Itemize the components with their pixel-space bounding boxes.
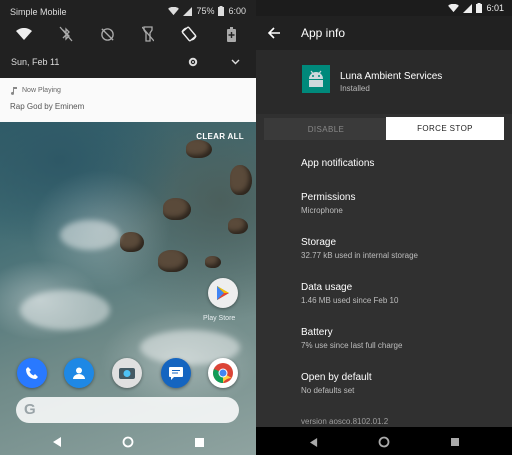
setting-title: Storage — [301, 237, 337, 248]
app-install-status: Installed — [340, 84, 370, 93]
right-phone-screen: 6:01 App info Luna Ambient Services Inst… — [256, 0, 512, 455]
signal-icon — [183, 6, 193, 16]
setting-subtitle: 1.46 MB used since Feb 10 — [301, 296, 399, 305]
play-store-icon[interactable] — [208, 278, 238, 308]
disable-button[interactable]: DISABLE — [264, 118, 388, 140]
wifi-status-icon — [168, 6, 180, 15]
setting-title: App notifications — [301, 158, 375, 169]
app-bar: App info — [256, 16, 512, 50]
recents-nav-icon[interactable] — [448, 435, 462, 449]
setting-subtitle: 7% use since last full charge — [301, 341, 403, 350]
signal-icon — [463, 3, 473, 13]
status-time: 6:01 — [486, 3, 504, 13]
phone-icon[interactable] — [17, 358, 47, 388]
status-bar: 6:01 — [256, 0, 512, 16]
page-title: App info — [301, 26, 346, 40]
contacts-icon[interactable] — [64, 358, 94, 388]
chevron-down-icon[interactable] — [231, 59, 240, 65]
setting-row-permissions[interactable]: Permissions Microphone — [301, 192, 501, 215]
home-nav-icon[interactable] — [377, 435, 391, 449]
chrome-icon[interactable] — [208, 358, 238, 388]
wallpaper-rock — [205, 256, 221, 268]
setting-title: Battery — [301, 327, 333, 338]
status-time: 6:00 — [228, 6, 246, 16]
setting-row-open-by-default[interactable]: Open by default No defaults set — [301, 372, 501, 395]
setting-row-data-usage[interactable]: Data usage 1.46 MB used since Feb 10 — [301, 282, 501, 305]
wallpaper-rock — [228, 218, 248, 234]
carrier-label: Simple Mobile — [10, 7, 67, 17]
wallpaper-rock — [230, 165, 252, 195]
now-playing-notification[interactable]: Now Playing Rap God by Eminem — [0, 78, 256, 122]
setting-title: Open by default — [301, 372, 372, 383]
setting-subtitle: 32.77 kB used in internal storage — [301, 251, 418, 260]
wallpaper-rock — [163, 198, 191, 220]
setting-subtitle: No defaults set — [301, 386, 355, 395]
recents-nav-icon[interactable] — [192, 435, 206, 449]
google-search-bar[interactable]: G — [16, 397, 239, 423]
navigation-bar — [0, 427, 256, 455]
setting-row-app-notifications[interactable]: App notifications — [301, 158, 501, 169]
app-header: Luna Ambient Services Installed — [256, 50, 512, 114]
back-nav-icon[interactable] — [50, 435, 64, 449]
wallpaper-foam — [60, 220, 120, 250]
auto-rotate-icon[interactable] — [179, 24, 199, 44]
battery-icon — [218, 6, 225, 16]
date-row: Sun, Feb 11 — [0, 54, 256, 70]
wallpaper-rock — [120, 232, 144, 252]
battery-percent: 75% — [196, 6, 215, 16]
setting-title: Data usage — [301, 282, 353, 293]
bluetooth-off-icon[interactable] — [56, 24, 76, 44]
setting-title: Permissions — [301, 192, 356, 203]
settings-gear-icon[interactable] — [188, 57, 198, 67]
battery-saver-icon[interactable] — [221, 24, 241, 44]
wifi-icon[interactable] — [14, 24, 34, 44]
android-app-icon — [302, 65, 330, 93]
wifi-status-icon — [448, 3, 460, 12]
flashlight-off-icon[interactable] — [138, 24, 158, 44]
setting-row-storage[interactable]: Storage 32.77 kB used in internal storag… — [301, 237, 501, 260]
date-label: Sun, Feb 11 — [11, 57, 60, 67]
messages-icon[interactable] — [161, 358, 191, 388]
left-phone-screen: Simple Mobile 75% 6:00 Sun, Feb 11 Now P… — [0, 0, 256, 455]
wallpaper-rock — [158, 250, 188, 272]
setting-subtitle: Microphone — [301, 206, 343, 215]
quick-settings — [0, 24, 256, 46]
wallpaper-foam — [20, 290, 110, 330]
version-label: version aosco.8102.01.2 — [301, 417, 389, 426]
clear-all-button[interactable]: CLEAR ALL — [196, 132, 244, 141]
app-name: Luna Ambient Services — [340, 71, 443, 82]
camera-icon[interactable] — [112, 358, 142, 388]
back-nav-icon[interactable] — [307, 435, 321, 449]
home-nav-icon[interactable] — [121, 435, 135, 449]
force-stop-button[interactable]: FORCE STOP — [386, 117, 504, 140]
navigation-bar — [256, 427, 512, 455]
notification-title: Rap God by Eminem — [10, 102, 85, 111]
dnd-off-icon[interactable] — [97, 24, 117, 44]
notification-app-name: Now Playing — [22, 87, 61, 94]
wallpaper-rock — [186, 140, 212, 158]
status-bar: Simple Mobile 75% 6:00 — [0, 0, 256, 22]
back-arrow-icon[interactable] — [266, 25, 282, 41]
play-store-label: Play Store — [203, 315, 236, 322]
battery-icon — [476, 3, 483, 13]
setting-row-battery[interactable]: Battery 7% use since last full charge — [301, 327, 501, 350]
google-logo: G — [24, 401, 36, 418]
music-note-icon — [11, 87, 17, 95]
